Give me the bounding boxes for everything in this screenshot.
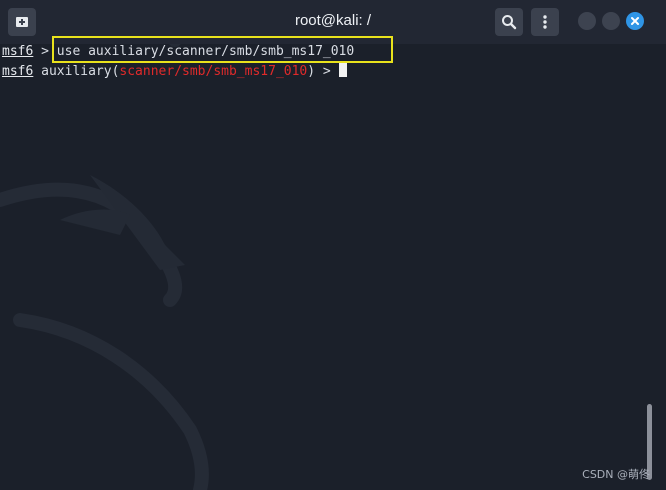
window-title: root@kali: / <box>294 12 372 29</box>
minimize-button[interactable] <box>578 12 596 30</box>
terminal-window: root@kali: / msf6 > use auxiliary/scanne… <box>0 0 666 490</box>
prompt-label: msf6 <box>2 44 34 59</box>
menu-icon <box>543 15 547 29</box>
watermark: CSDN @萌佟 <box>582 468 650 481</box>
search-icon <box>502 15 517 30</box>
menu-button[interactable] <box>531 8 559 36</box>
module-suffix: ) > <box>307 64 339 79</box>
maximize-button[interactable] <box>602 12 620 30</box>
module-path: scanner/smb/smb_ms17_010 <box>119 64 308 79</box>
search-button[interactable] <box>495 8 523 36</box>
prompt-label: msf6 <box>2 64 34 79</box>
text-cursor <box>338 62 347 77</box>
command-highlight-box <box>52 36 393 63</box>
close-icon <box>631 17 639 25</box>
terminal-output[interactable]: msf6 > use auxiliary/scanner/smb/smb_ms1… <box>0 44 666 490</box>
close-button[interactable] <box>626 12 644 30</box>
terminal-line: msf6 auxiliary(scanner/smb/smb_ms17_010)… <box>2 62 347 80</box>
module-prefix: auxiliary( <box>33 64 120 79</box>
